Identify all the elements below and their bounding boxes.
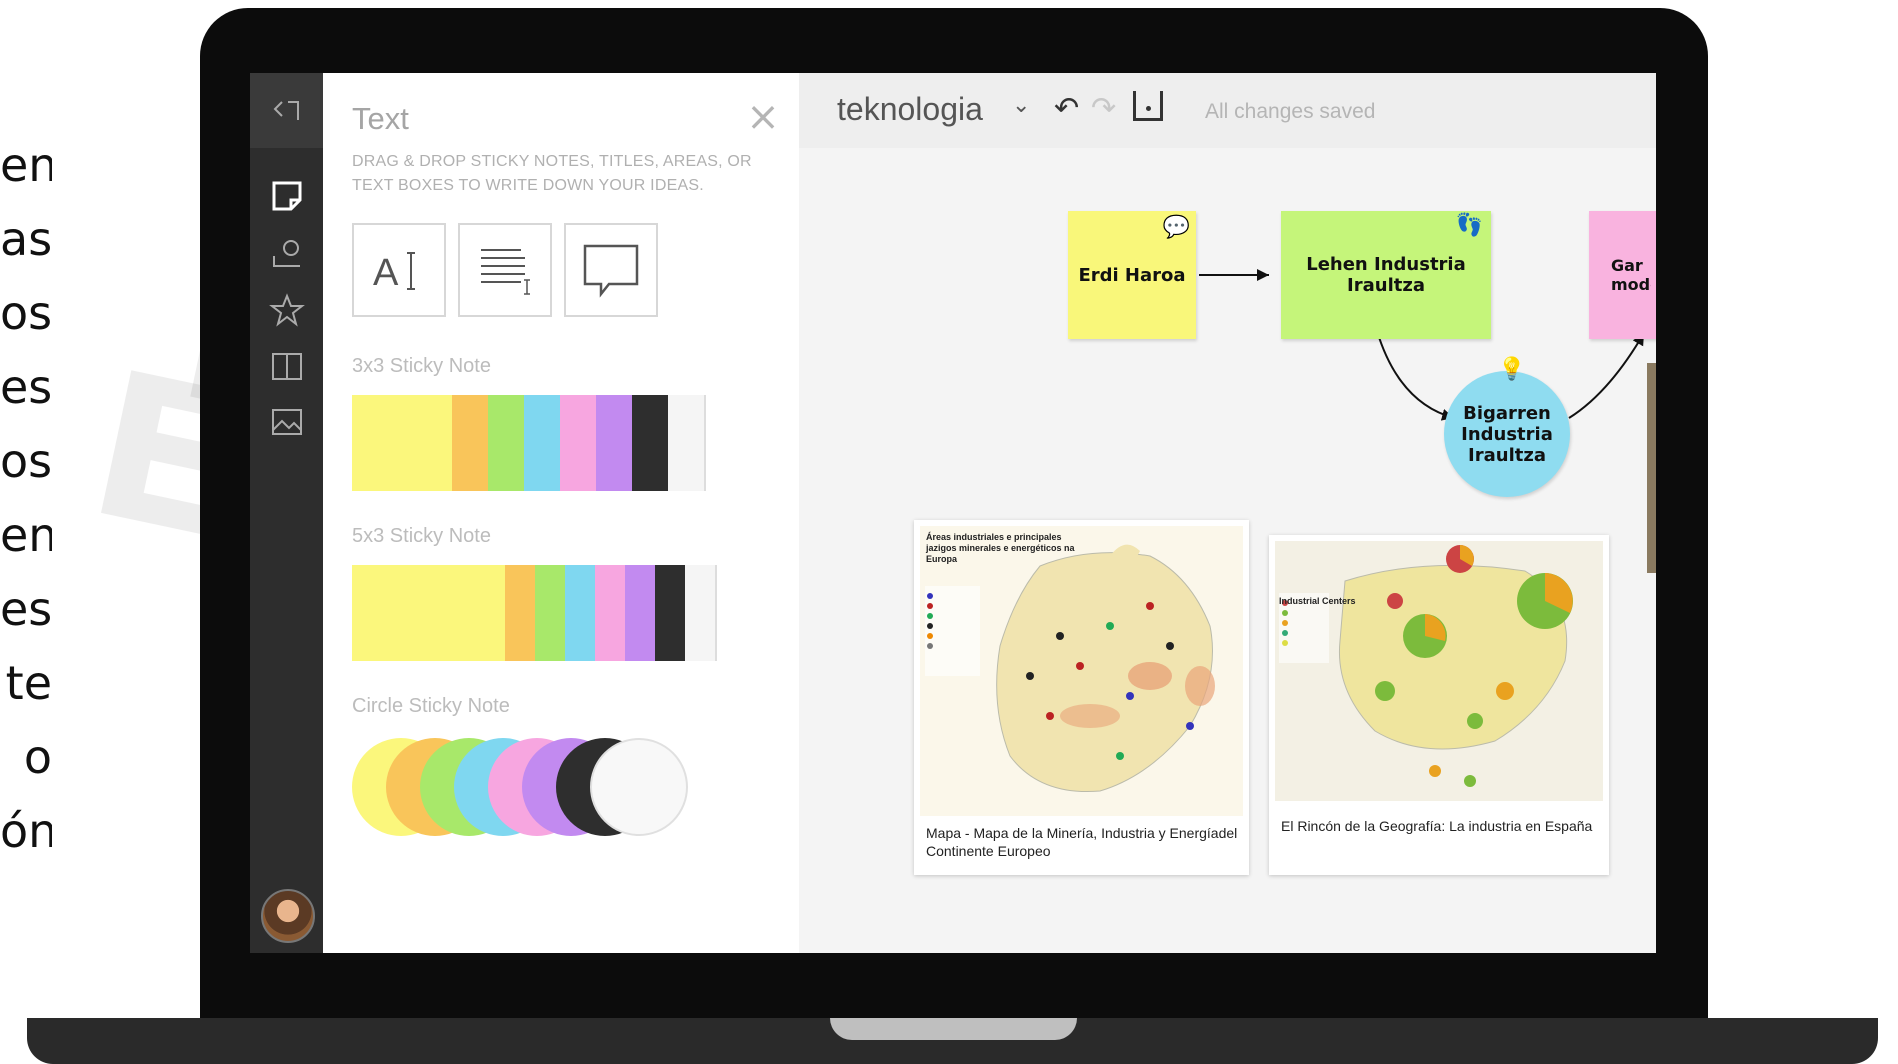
side-text-line: os, bbox=[0, 434, 52, 488]
side-text-line: es bbox=[0, 582, 52, 636]
speech-bubble-tool-icon[interactable] bbox=[564, 223, 658, 317]
side-text-line: as bbox=[0, 212, 52, 266]
close-icon[interactable]: × bbox=[743, 97, 783, 137]
sticky-3x3-label: 3x3 Sticky Note bbox=[352, 355, 491, 377]
note-text: Gar mode bbox=[1611, 256, 1651, 294]
side-text-line: en bbox=[0, 138, 52, 192]
note-text: Erdi Haroa bbox=[1078, 264, 1186, 286]
map-card-europe[interactable]: Áreas industriales e principales jazigos… bbox=[914, 520, 1249, 875]
panel-description: DRAG & DROP STICKY NOTES, TITLES, AREAS,… bbox=[352, 153, 752, 194]
columns-icon[interactable] bbox=[264, 343, 309, 388]
lightbulb-icon: 💡 bbox=[1498, 357, 1526, 382]
image-icon[interactable] bbox=[264, 399, 309, 444]
collapse-icon[interactable] bbox=[250, 73, 323, 148]
sticky-5x3-swatches[interactable] bbox=[352, 565, 717, 661]
app-screen: Text × DRAG & DROP STICKY NOTES, TITLES,… bbox=[250, 73, 1656, 953]
footprints-icon: 👣 bbox=[1455, 213, 1483, 238]
side-text-line: en bbox=[0, 508, 52, 562]
title-tool-icon[interactable]: A bbox=[352, 223, 446, 317]
board-canvas[interactable]: teknologia ⌄ ↶ ↷ All changes saved Erdi … bbox=[799, 73, 1656, 953]
map-europe-image: Áreas industriales e principales jazigos… bbox=[920, 526, 1243, 816]
map-europe-caption: Mapa - Mapa de la Minería, Industria y E… bbox=[926, 825, 1238, 859]
connector-icon[interactable] bbox=[264, 231, 309, 276]
star-icon[interactable] bbox=[264, 287, 309, 332]
side-text-line: o bbox=[23, 730, 52, 784]
text-block-tool-icon[interactable] bbox=[458, 223, 552, 317]
map-spain-caption: El Rincón de la Geografía: La industria … bbox=[1281, 818, 1593, 834]
sticky-note-erdi[interactable]: Erdi Haroa 💬 bbox=[1068, 211, 1196, 339]
avatar[interactable] bbox=[261, 889, 315, 943]
left-toolbar bbox=[250, 73, 323, 953]
note-text: Bigarren Industria Iraultza bbox=[1461, 402, 1553, 466]
circle-note-bigarren[interactable]: Bigarren Industria Iraultza 💡 bbox=[1444, 357, 1570, 497]
text-tools: A bbox=[352, 223, 658, 317]
side-text-line: os bbox=[0, 286, 52, 340]
side-text: en as os es, os, en es te o ón bbox=[0, 128, 52, 868]
side-text-line: es, bbox=[0, 360, 52, 414]
partial-photo[interactable] bbox=[1647, 363, 1656, 573]
side-text-line: ón bbox=[0, 804, 52, 858]
svg-text:A: A bbox=[373, 252, 399, 294]
sticky-3x3-swatches[interactable] bbox=[352, 395, 706, 491]
panel-title: Text bbox=[352, 101, 409, 136]
speech-bubble-icon: 💬 bbox=[1162, 215, 1190, 240]
text-panel: Text × DRAG & DROP STICKY NOTES, TITLES,… bbox=[323, 73, 799, 953]
circle-sticky-label: Circle Sticky Note bbox=[352, 695, 510, 717]
note-text: Lehen Industria Iraultza bbox=[1306, 254, 1466, 296]
sticky-note-icon[interactable] bbox=[264, 173, 309, 218]
map-europe-title: Áreas industriales e principales jazigos… bbox=[926, 532, 1075, 564]
sticky-note-gar[interactable]: Gar mode bbox=[1589, 211, 1656, 339]
sticky-note-lehen[interactable]: Lehen Industria Iraultza 👣 bbox=[1281, 211, 1491, 339]
map-spain-image: Industrial Centers bbox=[1275, 541, 1603, 801]
map-spain-title: Industrial Centers bbox=[1279, 596, 1356, 606]
map-card-spain[interactable]: Industrial Centers El Rincón de la Geogr… bbox=[1269, 535, 1609, 875]
side-text-line: te bbox=[5, 656, 52, 710]
laptop-notch bbox=[830, 1018, 1077, 1040]
circle-sticky-swatches[interactable] bbox=[352, 738, 712, 836]
sticky-5x3-label: 5x3 Sticky Note bbox=[352, 525, 491, 547]
